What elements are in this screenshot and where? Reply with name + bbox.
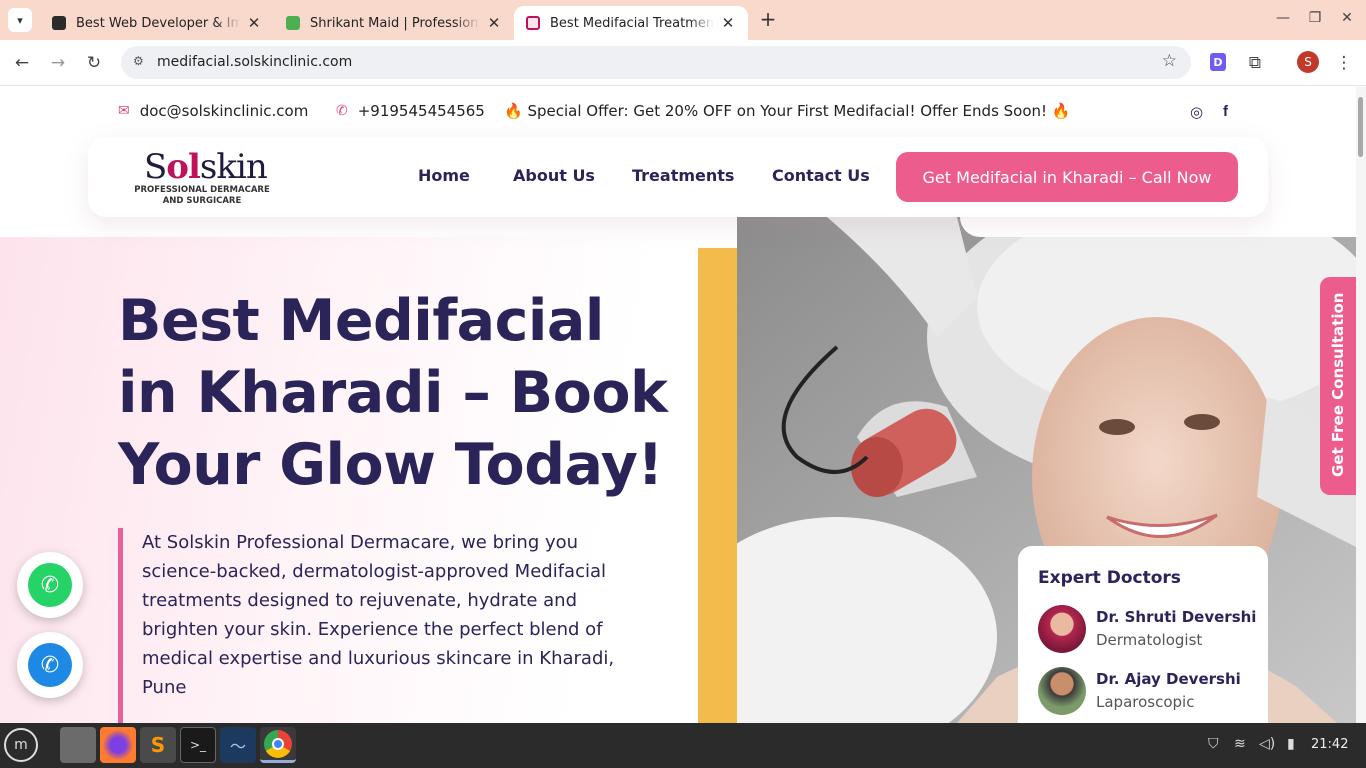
expert-doctors-card: Expert Doctors Dr. Shruti Devershi Derma…	[1018, 546, 1268, 723]
battery-icon[interactable]: ▮	[1287, 736, 1295, 752]
address-bar[interactable]: ⚙ medifacial.solskinclinic.com ☆	[121, 46, 1191, 79]
expert-doctors-heading: Expert Doctors	[1038, 568, 1181, 588]
minimize-icon[interactable]: —	[1273, 10, 1293, 26]
extensions-puzzle-icon[interactable]: ⧉	[1243, 51, 1267, 75]
url-text[interactable]: medifacial.solskinclinic.com	[157, 54, 352, 70]
terminal-icon[interactable]: >_	[180, 727, 216, 763]
nav-contact-us[interactable]: Contact Us	[772, 166, 870, 185]
firefox-icon[interactable]	[100, 727, 136, 763]
free-consultation-tab[interactable]: Get Free Consultation	[1320, 277, 1356, 495]
whatsapp-icon: ✆	[28, 563, 72, 607]
browser-tab-1[interactable]: Best Web Developer & Implementation ✕	[40, 6, 274, 40]
offer-banner: 🔥 Special Offer: Get 20% OFF on Your Fir…	[504, 102, 1071, 120]
file-manager-icon[interactable]	[60, 727, 96, 763]
logo-tagline: PROFESSIONAL DERMACARE AND SURGICARE	[134, 185, 270, 206]
chrome-logo	[264, 729, 292, 758]
tab-title: Best Medifacial Treatment in Kharadi	[550, 15, 714, 31]
doctor-item[interactable]: Dr. Shruti Devershi Dermatologist	[1038, 605, 1258, 655]
tab-favicon-icon	[286, 16, 300, 30]
phone-text[interactable]: +919545454565	[358, 102, 485, 120]
mysql-workbench-icon[interactable]: 〜	[220, 727, 256, 763]
sublime-text-icon[interactable]: S	[140, 727, 176, 763]
shield-icon[interactable]: ⛉	[1208, 736, 1219, 752]
bookmark-star-icon[interactable]: ☆	[1162, 51, 1177, 71]
doctor-name: Dr. Ajay Devershi	[1096, 670, 1241, 688]
profile-avatar[interactable]: S	[1297, 51, 1319, 73]
back-icon[interactable]: ←	[10, 51, 34, 75]
decorative-curve	[960, 217, 1356, 237]
reload-icon[interactable]: ↻	[82, 51, 106, 75]
scrollbar-thumb[interactable]	[1358, 97, 1363, 157]
tab-title: Shrikant Maid | Professional	[310, 15, 480, 31]
logo-wordmark: Solskin	[144, 147, 268, 187]
solskin-logo[interactable]: Solskin PROFESSIONAL DERMACARE AND SURGIC…	[132, 145, 272, 209]
mail-icon: ✉	[118, 103, 130, 119]
hero-description: At Solskin Professional Dermacare, we br…	[118, 528, 638, 723]
volume-icon[interactable]: ◁)	[1259, 736, 1275, 752]
browser-tab-strip: ▾ Best Web Developer & Implementation ✕ …	[0, 0, 1366, 40]
close-tab-icon[interactable]: ✕	[720, 14, 736, 32]
close-window-icon[interactable]: ✕	[1337, 10, 1357, 26]
page-scrollbar[interactable]	[1356, 87, 1366, 723]
mint-menu-icon[interactable]: m	[4, 728, 38, 762]
facebook-icon[interactable]: f	[1223, 103, 1228, 120]
browser-tab-2[interactable]: Shrikant Maid | Professional ✕	[274, 6, 514, 40]
email-text[interactable]: doc@solskinclinic.com	[140, 102, 309, 120]
site-navbar: Solskin PROFESSIONAL DERMACARE AND SURGIC…	[88, 137, 1268, 217]
close-tab-icon[interactable]: ✕	[486, 14, 502, 32]
wifi-icon[interactable]: ≋	[1234, 736, 1246, 752]
decorative-yellow-bar	[698, 248, 737, 723]
tab-title: Best Web Developer & Implementation	[76, 15, 240, 31]
doctor-name: Dr. Shruti Devershi	[1096, 608, 1257, 626]
doctor-role: Dermatologist	[1096, 631, 1203, 649]
web-page: ✉ doc@solskinclinic.com ✆ +919545454565 …	[0, 87, 1356, 723]
site-settings-icon[interactable]: ⚙	[133, 54, 149, 70]
extension-d-icon[interactable]: D	[1210, 53, 1226, 71]
doctor-item[interactable]: Dr. Ajay Devershi Laparoscopic	[1038, 667, 1258, 717]
nav-treatments[interactable]: Treatments	[632, 166, 734, 185]
instagram-icon[interactable]: ◎	[1190, 103, 1203, 121]
hero-title: Best Medifacial in Kharadi – Book Your G…	[118, 288, 668, 498]
browser-tab-3-active[interactable]: Best Medifacial Treatment in Kharadi ✕	[514, 6, 748, 40]
clock[interactable]: 21:42	[1311, 737, 1348, 752]
nav-home[interactable]: Home	[418, 166, 470, 185]
call-button[interactable]: ✆	[17, 632, 83, 698]
close-tab-icon[interactable]: ✕	[246, 14, 262, 32]
browser-toolbar: ← → ↻ ⚙ medifacial.solskinclinic.com ☆ D…	[0, 40, 1366, 86]
top-info-bar: ✉ doc@solskinclinic.com ✆ +919545454565 …	[0, 87, 1356, 137]
browser-menu-icon[interactable]: ⋮	[1332, 51, 1356, 75]
phone-icon: ✆	[336, 103, 348, 119]
tab-search-dropdown-icon[interactable]: ▾	[8, 8, 32, 32]
chrome-icon[interactable]	[260, 727, 296, 763]
phone-icon: ✆	[28, 643, 72, 687]
whatsapp-button[interactable]: ✆	[17, 552, 83, 618]
call-now-button[interactable]: Get Medifacial in Kharadi – Call Now	[896, 152, 1238, 202]
new-tab-icon[interactable]: +	[758, 8, 778, 32]
email-link[interactable]: ✉ doc@solskinclinic.com	[118, 102, 308, 120]
phone-link[interactable]: ✆ +919545454565	[336, 102, 485, 120]
doctor-role: Laparoscopic	[1096, 693, 1195, 711]
tab-favicon-icon	[52, 16, 66, 30]
maximize-icon[interactable]: ❐	[1305, 10, 1325, 26]
offer-text: 🔥 Special Offer: Get 20% OFF on Your Fir…	[504, 102, 1071, 120]
forward-icon[interactable]: →	[46, 51, 70, 75]
nav-about-us[interactable]: About Us	[513, 166, 595, 185]
doctor-avatar	[1038, 605, 1086, 653]
decorative-curve-left	[0, 217, 390, 237]
free-consultation-label: Get Free Consultation	[1329, 292, 1347, 477]
os-taskbar: m S >_ 〜 ⛉ ≋ ◁) ▮ 21:42	[0, 723, 1366, 768]
tab-favicon-icon	[526, 16, 540, 30]
doctor-avatar	[1038, 667, 1086, 715]
